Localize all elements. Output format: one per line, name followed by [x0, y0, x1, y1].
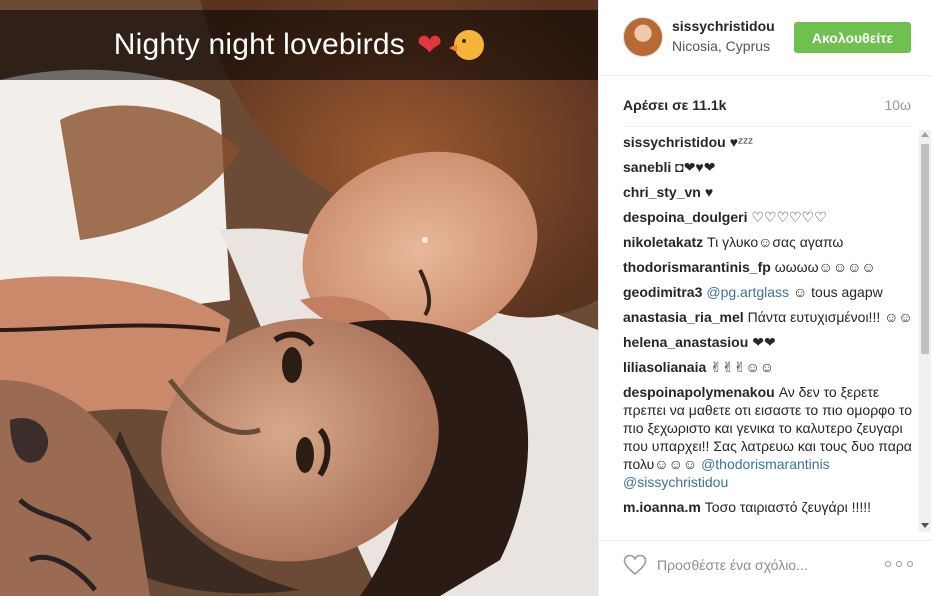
divider [623, 126, 913, 127]
heart-icon[interactable] [623, 554, 647, 576]
comment-item: anastasia_ria_mel Πάντα ευτυχισμένοι!!! ☺… [623, 308, 913, 326]
comment-text: ωωωω☺☺☺☺ [774, 259, 876, 275]
comment-text: ◘❤♥❤ [675, 159, 716, 175]
couple-photo-illustration [0, 0, 598, 596]
scroll-down-arrow-icon[interactable] [921, 523, 929, 528]
comment-text: ☺ tous agapw [792, 284, 883, 300]
comment-username[interactable]: despoinapolymenakou [623, 384, 775, 400]
comment-item: liliasolianaia ✌✌✌☺☺ [623, 358, 913, 376]
dot-icon [907, 561, 913, 567]
comment-item: despoina_doulgeri ♡♡♡♡♡♡ [623, 208, 913, 226]
scroll-up-arrow-icon[interactable] [921, 132, 929, 137]
chick-emoji-icon [449, 30, 485, 60]
comment-text: Τι γλυκο☺σας αγαπω [707, 234, 844, 250]
comment-username[interactable]: thodorismarantinis_fp [623, 259, 771, 275]
scrollbar-thumb[interactable] [921, 144, 929, 354]
caption-text: Nighty night lovebirds [113, 28, 405, 61]
comment-text: Πάντα ευτυχισμένοι!!! ☺☺ [747, 309, 913, 325]
comment-text: ❤❤ [752, 334, 776, 350]
comment-username[interactable]: m.ioanna.m [623, 499, 701, 515]
likes-count[interactable]: Αρέσει σε 11.1k [623, 97, 726, 113]
comment-username[interactable]: anastasia_ria_mel [623, 309, 744, 325]
comment-text: ♡♡♡♡♡♡ [751, 209, 827, 225]
comment-item: nikoletakatz Τι γλυκο☺σας αγαπω [623, 233, 913, 251]
comment-username[interactable]: chri_sty_vn [623, 184, 701, 200]
photo-caption-overlay: Nighty night lovebirds ❤ [0, 10, 598, 80]
comment-username[interactable]: geodimitra3 [623, 284, 702, 300]
avatar[interactable] [623, 17, 663, 57]
post-location[interactable]: Nicosia, Cyprus [672, 38, 770, 54]
comment-item: helena_anastasiou ❤❤ [623, 333, 913, 351]
dot-icon [885, 561, 891, 567]
comment-username[interactable]: nikoletakatz [623, 234, 703, 250]
comment-mention[interactable]: @pg.artglass [706, 284, 789, 300]
comment-username[interactable]: sissychristidou [623, 134, 726, 150]
comment-item: sanebli ◘❤♥❤ [623, 158, 913, 176]
post-author-username[interactable]: sissychristidou [672, 18, 775, 34]
dot-icon [896, 561, 902, 567]
post-details-panel: sissychristidou Nicosia, Cyprus Ακολουθε… [598, 0, 933, 596]
comment-item: thodorismarantinis_fp ωωωω☺☺☺☺ [623, 258, 913, 276]
comments-scrollbar[interactable] [919, 130, 931, 532]
comments-list: sissychristidou ♥ᶻᶻᶻ sanebli ◘❤♥❤ chri_sty… [623, 133, 913, 533]
comment-username[interactable]: helena_anastasiou [623, 334, 748, 350]
comment-item: despoinapolymenakou Αν δεν το ξερετε πρεπ… [623, 383, 913, 491]
post-footer [599, 540, 933, 596]
red-heart-emoji-icon: ❤ [416, 28, 443, 62]
comment-item: chri_sty_vn ♥ [623, 183, 913, 201]
comment-item: m.ioanna.m Τοσο ταιριαστό ζευγάρι !!!!! [623, 498, 913, 516]
comment-username[interactable]: despoina_doulgeri [623, 209, 747, 225]
add-comment-input[interactable] [655, 551, 874, 579]
comment-text: ♥ᶻᶻᶻ [729, 134, 754, 150]
more-options-icon[interactable] [885, 561, 913, 569]
comment-item: geodimitra3 @pg.artglass ☺ tous agapw [623, 283, 913, 301]
comment-item: sissychristidou ♥ᶻᶻᶻ [623, 133, 913, 151]
comment-text: ♥ [704, 184, 714, 200]
comment-username[interactable]: liliasolianaia [623, 359, 706, 375]
post-photo[interactable]: Nighty night lovebirds ❤ [0, 0, 598, 596]
comment-text: ✌✌✌☺☺ [710, 359, 775, 375]
comment-username[interactable]: sanebli [623, 159, 671, 175]
post-time-ago[interactable]: 10ω [884, 97, 911, 113]
post-header: sissychristidou Nicosia, Cyprus Ακολουθε… [599, 0, 933, 76]
following-button[interactable]: Ακολουθείτε [794, 22, 911, 53]
comment-text: Τοσο ταιριαστό ζευγάρι !!!!! [704, 499, 872, 515]
